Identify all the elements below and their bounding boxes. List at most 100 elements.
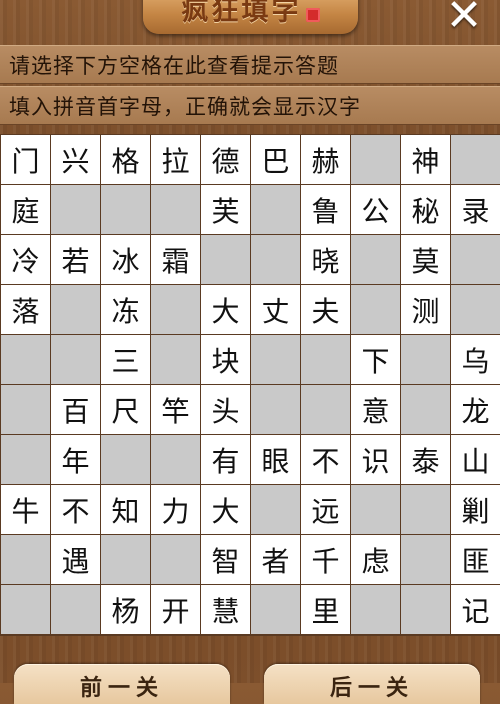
grid-cell[interactable]: 格 (101, 135, 150, 184)
grid-cell-empty[interactable] (351, 235, 400, 284)
grid-cell[interactable]: 年 (51, 435, 100, 484)
grid-cell-empty[interactable] (251, 485, 300, 534)
grid-cell[interactable]: 芙 (201, 185, 250, 234)
grid-cell[interactable]: 鲁 (301, 185, 350, 234)
grid-cell[interactable]: 丈 (251, 285, 300, 334)
grid-cell[interactable]: 龙 (451, 385, 500, 434)
grid-cell-empty[interactable] (101, 435, 150, 484)
grid-cell[interactable]: 开 (151, 585, 200, 634)
grid-cell[interactable]: 剿 (451, 485, 500, 534)
grid-cell[interactable]: 冰 (101, 235, 150, 284)
grid-cell[interactable]: 莫 (401, 235, 450, 284)
grid-cell[interactable]: 三 (101, 335, 150, 384)
grid-cell[interactable]: 远 (301, 485, 350, 534)
grid-cell-empty[interactable] (151, 335, 200, 384)
grid-cell-empty[interactable] (351, 585, 400, 634)
grid-cell[interactable]: 庭 (1, 185, 50, 234)
grid-cell[interactable]: 下 (351, 335, 400, 384)
grid-cell-empty[interactable] (201, 235, 250, 284)
grid-cell[interactable]: 大 (201, 285, 250, 334)
grid-cell[interactable]: 大 (201, 485, 250, 534)
grid-cell-empty[interactable] (401, 485, 450, 534)
grid-cell[interactable]: 识 (351, 435, 400, 484)
grid-cell-empty[interactable] (51, 185, 100, 234)
grid-cell-empty[interactable] (301, 335, 350, 384)
grid-cell[interactable]: 德 (201, 135, 250, 184)
grid-cell[interactable]: 不 (301, 435, 350, 484)
grid-cell[interactable]: 若 (51, 235, 100, 284)
grid-cell[interactable]: 冻 (101, 285, 150, 334)
grid-cell-empty[interactable] (1, 585, 50, 634)
grid-cell[interactable]: 慧 (201, 585, 250, 634)
grid-cell-empty[interactable] (101, 535, 150, 584)
grid-cell-empty[interactable] (351, 485, 400, 534)
grid-cell[interactable]: 有 (201, 435, 250, 484)
grid-cell-empty[interactable] (1, 385, 50, 434)
grid-cell-empty[interactable] (151, 535, 200, 584)
grid-cell-empty[interactable] (51, 285, 100, 334)
grid-cell[interactable]: 眼 (251, 435, 300, 484)
grid-cell-empty[interactable] (401, 585, 450, 634)
grid-cell[interactable]: 山 (451, 435, 500, 484)
grid-cell[interactable]: 不 (51, 485, 100, 534)
grid-cell[interactable]: 力 (151, 485, 200, 534)
prev-level-button[interactable]: 前一关 (14, 664, 230, 704)
grid-cell[interactable]: 意 (351, 385, 400, 434)
grid-cell-empty[interactable] (451, 235, 500, 284)
grid-cell[interactable]: 记 (451, 585, 500, 634)
grid-cell[interactable]: 智 (201, 535, 250, 584)
grid-cell[interactable]: 乌 (451, 335, 500, 384)
grid-cell-empty[interactable] (351, 135, 400, 184)
grid-cell[interactable]: 录 (451, 185, 500, 234)
grid-cell-empty[interactable] (251, 185, 300, 234)
grid-cell[interactable]: 知 (101, 485, 150, 534)
close-button[interactable]: ✕ (440, 0, 488, 38)
grid-cell[interactable]: 秘 (401, 185, 450, 234)
grid-cell[interactable]: 泰 (401, 435, 450, 484)
grid-cell[interactable]: 测 (401, 285, 450, 334)
grid-cell-empty[interactable] (401, 385, 450, 434)
grid-cell-empty[interactable] (1, 335, 50, 384)
grid-cell[interactable]: 块 (201, 335, 250, 384)
grid-cell[interactable]: 尺 (101, 385, 150, 434)
grid-cell-empty[interactable] (451, 285, 500, 334)
grid-cell-empty[interactable] (301, 385, 350, 434)
grid-cell[interactable]: 拉 (151, 135, 200, 184)
grid-cell-empty[interactable] (101, 185, 150, 234)
grid-cell[interactable]: 牛 (1, 485, 50, 534)
grid-cell-empty[interactable] (251, 385, 300, 434)
grid-cell-empty[interactable] (51, 335, 100, 384)
grid-cell-empty[interactable] (401, 335, 450, 384)
grid-cell[interactable]: 冷 (1, 235, 50, 284)
grid-cell-empty[interactable] (151, 285, 200, 334)
grid-cell[interactable]: 遇 (51, 535, 100, 584)
grid-cell[interactable]: 门 (1, 135, 50, 184)
grid-cell[interactable]: 公 (351, 185, 400, 234)
grid-cell[interactable]: 夫 (301, 285, 350, 334)
grid-cell[interactable]: 赫 (301, 135, 350, 184)
grid-cell[interactable]: 千 (301, 535, 350, 584)
grid-cell-empty[interactable] (251, 235, 300, 284)
grid-cell[interactable]: 头 (201, 385, 250, 434)
next-level-button[interactable]: 后一关 (264, 664, 480, 704)
grid-cell-empty[interactable] (151, 435, 200, 484)
grid-cell[interactable]: 者 (251, 535, 300, 584)
grid-cell-empty[interactable] (1, 535, 50, 584)
grid-cell[interactable]: 兴 (51, 135, 100, 184)
grid-cell[interactable]: 霜 (151, 235, 200, 284)
grid-cell-empty[interactable] (1, 435, 50, 484)
grid-cell-empty[interactable] (451, 135, 500, 184)
grid-cell-empty[interactable] (251, 335, 300, 384)
grid-cell[interactable]: 晓 (301, 235, 350, 284)
grid-cell[interactable]: 落 (1, 285, 50, 334)
grid-cell[interactable]: 匪 (451, 535, 500, 584)
grid-cell-empty[interactable] (351, 285, 400, 334)
grid-cell[interactable]: 虑 (351, 535, 400, 584)
grid-cell-empty[interactable] (401, 535, 450, 584)
grid-cell-empty[interactable] (51, 585, 100, 634)
grid-cell[interactable]: 里 (301, 585, 350, 634)
grid-cell-empty[interactable] (251, 585, 300, 634)
grid-cell[interactable]: 神 (401, 135, 450, 184)
grid-cell-empty[interactable] (151, 185, 200, 234)
grid-cell[interactable]: 百 (51, 385, 100, 434)
